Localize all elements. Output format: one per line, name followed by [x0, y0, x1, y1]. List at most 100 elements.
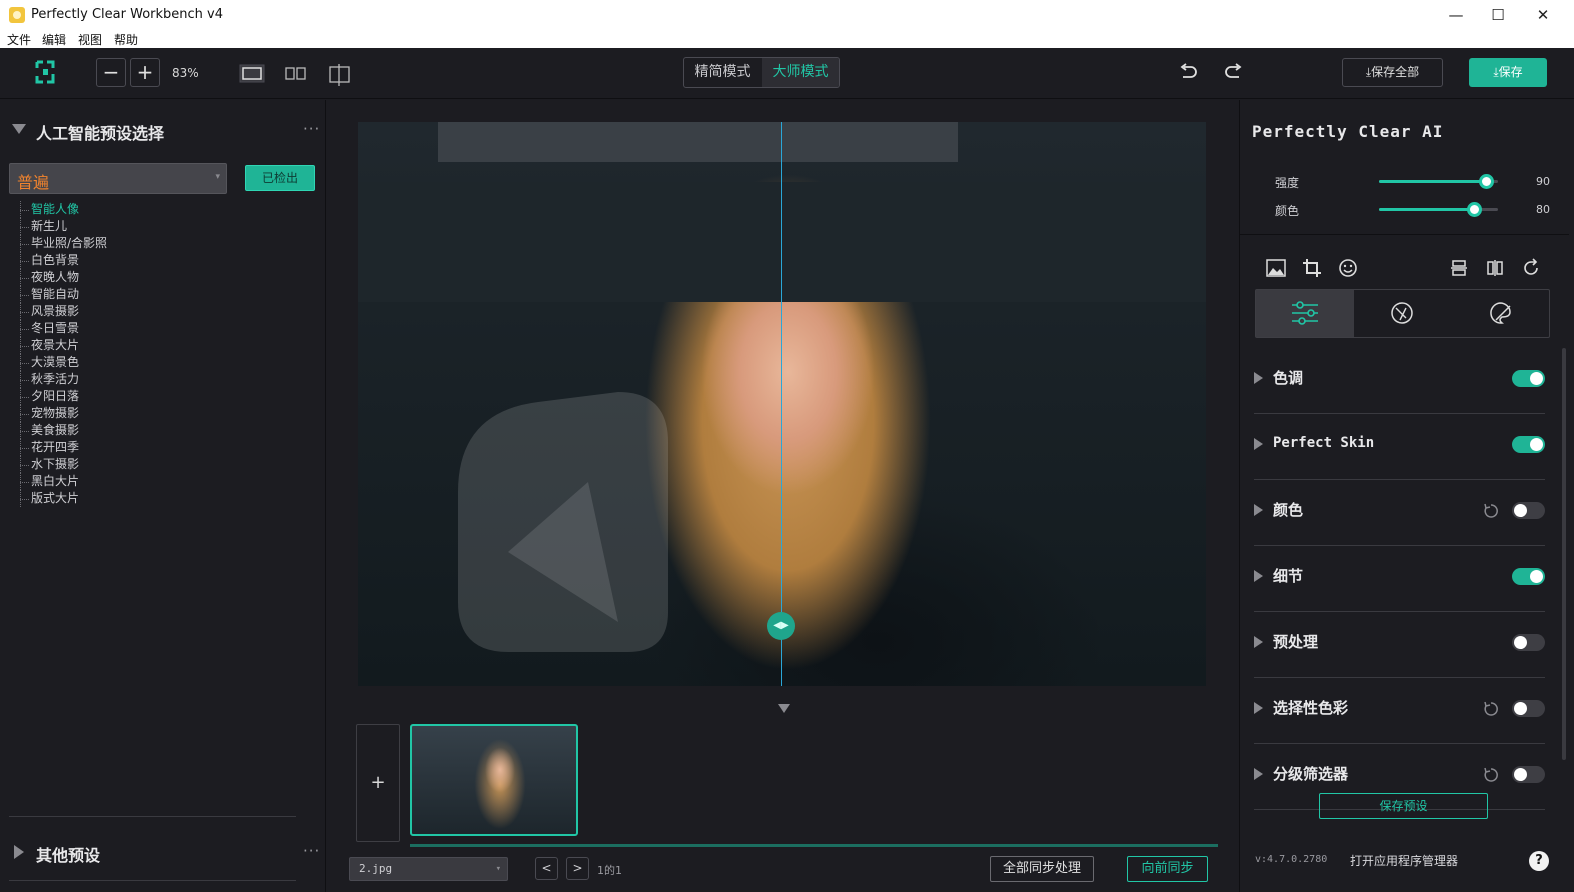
sliders-icon [1292, 301, 1318, 325]
app-manager-link[interactable]: 打开应用程序管理器 [1350, 852, 1458, 869]
section-row[interactable]: Perfect Skin [1254, 414, 1545, 480]
flip-vertical-icon[interactable] [1448, 257, 1470, 279]
menu-help[interactable]: 帮助 [114, 31, 138, 48]
zoom-out-button[interactable]: − [96, 58, 126, 87]
image-icon[interactable] [1265, 257, 1287, 279]
preset-item[interactable]: 秋季活力 [19, 371, 219, 388]
expand-caret-icon[interactable] [1254, 438, 1263, 450]
color-slider[interactable] [1379, 202, 1498, 217]
palette-icon [1490, 302, 1511, 324]
section-row[interactable]: 预处理 [1254, 612, 1545, 678]
compare-handle[interactable]: ◀▶ [767, 612, 795, 640]
reset-icon[interactable] [1482, 766, 1500, 784]
close-button[interactable]: ✕ [1525, 4, 1561, 26]
more-options-icon[interactable]: ··· [303, 120, 320, 138]
reset-icon[interactable] [1482, 700, 1500, 718]
compare-view-icon[interactable] [327, 64, 353, 86]
section-toggle[interactable] [1512, 766, 1545, 783]
face-icon[interactable] [1337, 257, 1359, 279]
preset-item[interactable]: 版式大片 [19, 490, 219, 507]
prev-image-button[interactable]: < [535, 857, 558, 880]
preset-item[interactable]: 夜晚人物 [19, 269, 219, 286]
file-select[interactable]: 2.jpg [349, 857, 508, 881]
section-toggle[interactable] [1512, 436, 1545, 453]
preset-item[interactable]: 冬日雪景 [19, 320, 219, 337]
preset-item[interactable]: 宠物摄影 [19, 405, 219, 422]
section-toggle[interactable] [1512, 634, 1545, 651]
section-toggle[interactable] [1512, 568, 1545, 585]
expand-caret-icon[interactable] [14, 845, 24, 859]
next-image-button[interactable]: > [566, 857, 589, 880]
preset-item[interactable]: 美食摄影 [19, 422, 219, 439]
save-preset-button[interactable]: 保存预设 [1319, 793, 1488, 819]
app-icon [9, 7, 25, 23]
save-button[interactable]: ⤓保存 [1469, 58, 1547, 87]
section-row[interactable]: 细节 [1254, 546, 1545, 612]
section-toggle[interactable] [1512, 370, 1545, 387]
preset-item[interactable]: 智能人像 [19, 201, 219, 218]
maximize-button[interactable]: ☐ [1480, 4, 1516, 26]
menu-view[interactable]: 视图 [78, 31, 102, 48]
tab-looks[interactable] [1452, 290, 1550, 337]
section-row[interactable]: 颜色 [1254, 480, 1545, 546]
preset-item[interactable]: 新生儿 [19, 218, 219, 235]
window-title: Perfectly Clear Workbench v4 [31, 7, 223, 22]
minimize-button[interactable]: — [1438, 4, 1474, 26]
section-row[interactable]: 色调 [1254, 348, 1545, 414]
preset-item[interactable]: 花开四季 [19, 439, 219, 456]
redo-icon[interactable] [1224, 62, 1244, 82]
page-info: 1的1 [597, 864, 622, 877]
sync-all-button[interactable]: 全部同步处理 [990, 856, 1094, 882]
toggle-knob [1530, 570, 1543, 583]
expand-caret-icon[interactable] [1254, 768, 1263, 780]
expand-caret-icon[interactable] [1254, 636, 1263, 648]
slider-knob[interactable] [1467, 202, 1483, 217]
preset-item[interactable]: 夕阳日落 [19, 388, 219, 405]
strength-slider[interactable] [1379, 174, 1498, 189]
sync-forward-button[interactable]: 向前同步 [1127, 856, 1208, 882]
rotate-icon[interactable] [1520, 257, 1542, 279]
single-view-icon[interactable] [239, 64, 265, 83]
compare-divider[interactable] [781, 122, 782, 686]
expand-caret-icon[interactable] [1254, 504, 1263, 516]
preset-item[interactable]: 毕业照/合影照 [19, 235, 219, 252]
preset-item[interactable]: 夜景大片 [19, 337, 219, 354]
master-mode-tab[interactable]: 大师模式 [762, 58, 839, 87]
section-toggle[interactable] [1512, 502, 1545, 519]
preset-item[interactable]: 大漠景色 [19, 354, 219, 371]
toggle-filmstrip-icon[interactable] [778, 704, 790, 713]
section-toggle[interactable] [1512, 700, 1545, 717]
expand-caret-icon[interactable] [1254, 372, 1263, 384]
preset-item[interactable]: 风景摄影 [19, 303, 219, 320]
slider-knob[interactable] [1479, 174, 1495, 189]
preset-category-select[interactable]: 普遍 [9, 163, 227, 194]
crop-icon[interactable] [1301, 257, 1323, 279]
flip-horizontal-icon[interactable] [1484, 257, 1506, 279]
tab-adjustments[interactable] [1256, 290, 1354, 337]
expand-caret-icon[interactable] [1254, 570, 1263, 582]
scrollbar[interactable] [1562, 348, 1566, 760]
tab-ai-effects[interactable] [1354, 290, 1452, 337]
expand-caret-icon[interactable] [1254, 702, 1263, 714]
add-image-button[interactable]: + [356, 724, 400, 842]
preview-image[interactable] [358, 122, 1206, 686]
detected-button[interactable]: 已检出 [245, 165, 315, 191]
preset-item[interactable]: 智能自动 [19, 286, 219, 303]
menu-edit[interactable]: 编辑 [42, 31, 66, 48]
collapse-caret-icon[interactable] [12, 124, 26, 134]
help-button[interactable]: ? [1529, 851, 1549, 871]
simple-mode-tab[interactable]: 精简模式 [684, 58, 761, 87]
section-row[interactable]: 选择性色彩 [1254, 678, 1545, 744]
menu-bar: 文件 编辑 视图 帮助 [0, 31, 1574, 48]
image-thumbnail[interactable] [410, 724, 578, 836]
zoom-in-button[interactable]: + [130, 58, 160, 87]
reset-icon[interactable] [1482, 502, 1500, 520]
preset-item[interactable]: 黑白大片 [19, 473, 219, 490]
more-options-icon[interactable]: ··· [303, 842, 320, 860]
preset-item[interactable]: 水下摄影 [19, 456, 219, 473]
menu-file[interactable]: 文件 [7, 31, 31, 48]
save-all-button[interactable]: ⤓保存全部 [1342, 58, 1443, 87]
preset-item[interactable]: 白色背景 [19, 252, 219, 269]
undo-icon[interactable] [1178, 62, 1198, 82]
split-view-icon[interactable] [284, 64, 308, 83]
